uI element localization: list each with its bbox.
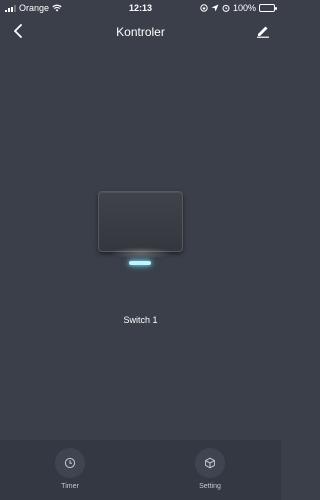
cube-icon [205, 457, 215, 469]
switch-label: Switch 1 [123, 315, 158, 325]
clock-icon [64, 457, 76, 469]
alarm-icon [222, 4, 230, 12]
location-icon [211, 4, 219, 12]
switch-glow [110, 247, 172, 259]
tab-timer-label: Timer [61, 483, 79, 490]
pencil-icon [257, 26, 269, 38]
tab-timer[interactable]: Timer [40, 448, 100, 490]
setting-button[interactable] [195, 448, 225, 478]
status-right: 100% [200, 3, 277, 13]
tab-setting-label: Setting [199, 483, 221, 490]
page-title: Kontroler [116, 25, 165, 39]
bottom-bar: Timer Setting [0, 440, 281, 500]
status-bar: Orange 12:13 100% [0, 0, 281, 16]
timer-button[interactable] [55, 448, 85, 478]
battery-icon [259, 4, 277, 12]
edit-button[interactable] [253, 21, 273, 41]
screen-lock-icon [200, 4, 208, 12]
battery-percent: 100% [232, 3, 256, 13]
switch-status-indicator [129, 261, 151, 265]
tab-setting[interactable]: Setting [180, 448, 240, 490]
nav-bar: Kontroler [0, 18, 281, 46]
switch-toggle-button[interactable] [98, 191, 183, 252]
